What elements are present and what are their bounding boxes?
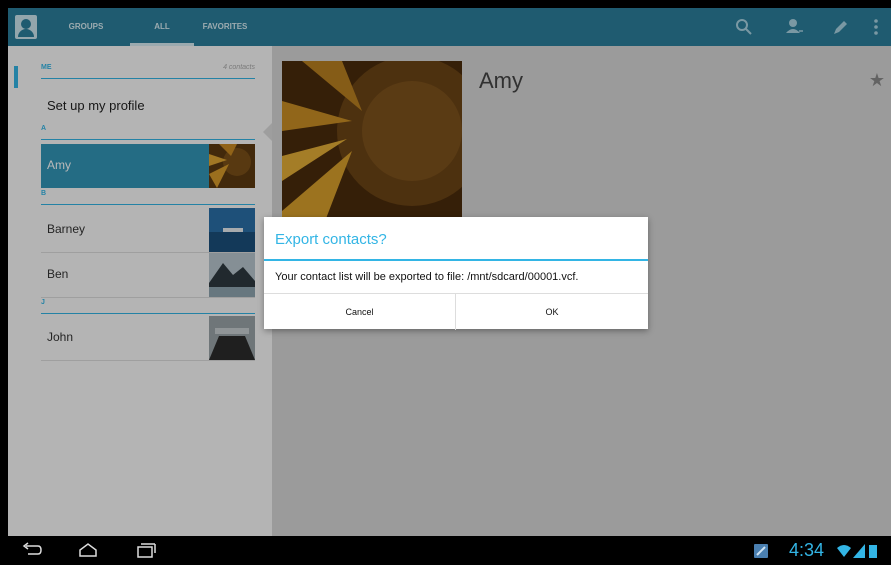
- export-contacts-dialog: Export contacts? Your contact list will …: [264, 217, 648, 330]
- home-icon[interactable]: [78, 542, 98, 558]
- back-icon[interactable]: [22, 542, 42, 558]
- battery-icon: [869, 545, 877, 558]
- dialog-title: Export contacts?: [275, 231, 387, 248]
- clock: 4:34: [789, 540, 825, 560]
- signal-icon: [853, 544, 865, 558]
- dialog-button-row: Cancel OK: [264, 293, 648, 330]
- system-navigation-bar: 4:34: [0, 536, 891, 565]
- notification-icon[interactable]: [754, 544, 768, 558]
- cancel-button[interactable]: Cancel: [264, 294, 456, 330]
- recent-apps-icon[interactable]: [136, 542, 156, 558]
- dialog-title-divider: [264, 259, 648, 261]
- dialog-message: Your contact list will be exported to fi…: [275, 271, 579, 283]
- wifi-icon: [837, 545, 851, 557]
- ok-button[interactable]: OK: [456, 294, 648, 330]
